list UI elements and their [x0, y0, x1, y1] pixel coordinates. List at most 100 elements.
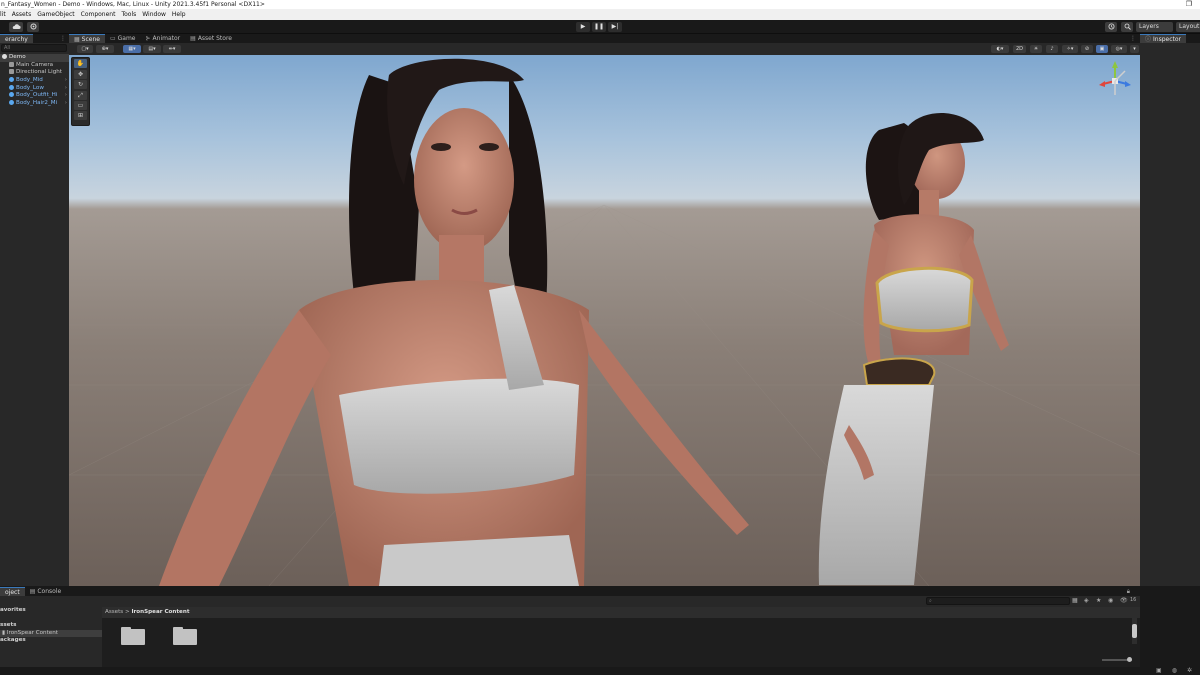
chevron-right-icon[interactable]: ›: [65, 77, 67, 85]
eye-icon[interactable]: 👁︎: [1120, 597, 1128, 604]
hierarchy-item-label: Body_Mid: [16, 77, 43, 84]
folder-icon[interactable]: [173, 627, 197, 645]
project-scrollbar[interactable]: [1132, 618, 1137, 644]
pause-button[interactable]: ❚❚: [592, 22, 606, 32]
main-toolbar: ▶ ❚❚ ▶| Layers Layout: [0, 20, 1200, 34]
collab-icon[interactable]: [27, 22, 39, 32]
toggle-2d-label: 2D: [1015, 46, 1024, 52]
rotate-tool-icon[interactable]: ↻: [74, 80, 87, 90]
scene-render: [69, 58, 1140, 586]
hierarchy-item-body-outfit[interactable]: Body_Outfit_Hi ›: [0, 92, 69, 100]
tree-favorites[interactable]: avorites: [0, 607, 102, 615]
move-tool-icon[interactable]: ✥: [74, 69, 87, 79]
hierarchy-search-placeholder: All: [4, 45, 11, 51]
tab-game[interactable]: ▭ Game: [105, 34, 141, 43]
scene-row[interactable]: Demo: [0, 54, 69, 62]
prefab-icon: [9, 100, 14, 106]
panel-menu-icon[interactable]: ⋮: [1130, 34, 1140, 43]
tab-animator[interactable]: ⊱ Animator: [141, 34, 186, 43]
increment-dropdown[interactable]: ⇹▾: [163, 45, 181, 53]
history-icon[interactable]: [1105, 22, 1117, 32]
menu-window[interactable]: Window: [142, 9, 166, 20]
inspector-panel: ⓘ Inspector: [1140, 34, 1200, 586]
draw-mode-dropdown[interactable]: ▢▾: [77, 45, 93, 53]
console-tab-label: Console: [37, 588, 62, 595]
info-icon: ⓘ: [1145, 35, 1152, 43]
item-count: 16: [1130, 597, 1137, 603]
network-icon[interactable]: ◍: [1172, 667, 1177, 674]
menu-help[interactable]: Help: [172, 9, 186, 20]
character-right: [818, 113, 1009, 585]
scene-viewport[interactable]: ✋ ✥ ↻ ⤢ ▭ ⊞: [69, 55, 1140, 586]
filter-type-icon[interactable]: ▦: [1072, 597, 1078, 604]
pivot-dropdown[interactable]: ⊕▾: [96, 45, 114, 53]
lock-icon[interactable]: 🔒︎: [1127, 587, 1140, 596]
chevron-right-icon[interactable]: ›: [65, 100, 67, 108]
rect-tool-icon[interactable]: ▭: [74, 100, 87, 110]
menu-edit[interactable]: lit: [0, 9, 6, 20]
debug-icon[interactable]: ✲: [1187, 667, 1192, 674]
title-bar: n_Fantasy_Women - Demo - Windows, Mac, L…: [0, 0, 1200, 9]
hand-tool-icon[interactable]: ✋: [74, 59, 87, 69]
tree-assets[interactable]: ssets: [0, 622, 102, 630]
transform-tool-icon[interactable]: ⊞: [74, 111, 87, 121]
icon-size-slider[interactable]: [1102, 657, 1132, 662]
hierarchy-item-body-low[interactable]: Body_Low ›: [0, 84, 69, 93]
animator-icon: ⊱: [145, 35, 151, 42]
maximize-button[interactable]: ❐: [1186, 0, 1192, 9]
step-button[interactable]: ▶|: [608, 22, 622, 32]
tab-project[interactable]: oject: [0, 587, 25, 596]
filter-label-icon[interactable]: ◈: [1084, 597, 1089, 604]
menu-gameobject[interactable]: GameObject: [37, 9, 74, 20]
favorite-icon[interactable]: ★: [1096, 597, 1101, 604]
tab-scene[interactable]: ▦ Scene: [69, 34, 105, 43]
hierarchy-item-body-mid[interactable]: Body_Mid ›: [0, 77, 69, 85]
search-icon[interactable]: [1121, 22, 1133, 32]
toggle-2d-button[interactable]: 2D: [1013, 45, 1026, 53]
menu-tools[interactable]: Tools: [121, 9, 136, 20]
hidden-objects-icon[interactable]: ⊘: [1081, 45, 1093, 53]
package-manager-icon[interactable]: ▣: [1156, 667, 1162, 674]
snap-dropdown[interactable]: ▤▾: [143, 45, 161, 53]
play-button[interactable]: ▶: [576, 22, 590, 32]
orientation-gizmo-icon[interactable]: [1095, 59, 1135, 109]
scale-tool-icon[interactable]: ⤢: [74, 90, 87, 100]
chevron-right-icon[interactable]: ›: [65, 92, 67, 100]
camera-settings-icon[interactable]: ▣: [1096, 45, 1108, 53]
tab-asset-store[interactable]: ▤ Asset Store: [185, 34, 237, 43]
menu-assets[interactable]: Assets: [12, 9, 32, 20]
project-search-input[interactable]: ⌕: [926, 597, 1070, 605]
tab-console[interactable]: ▤ Console: [25, 587, 67, 596]
window-title: n_Fantasy_Women - Demo - Windows, Mac, L…: [1, 1, 265, 8]
hierarchy-item-main-camera[interactable]: Main Camera: [0, 61, 69, 70]
shading-mode-dropdown[interactable]: ◐▾: [991, 45, 1009, 53]
chevron-right-icon[interactable]: ›: [65, 85, 67, 93]
menu-component[interactable]: Component: [81, 9, 116, 20]
tree-packages[interactable]: ackages: [0, 637, 102, 645]
layout-label: Layout: [1179, 23, 1200, 30]
slider-knob[interactable]: [1127, 657, 1132, 662]
hierarchy-search-input[interactable]: All: [1, 44, 67, 52]
audio-icon[interactable]: ♪: [1046, 45, 1058, 53]
hierarchy-item-body-hair[interactable]: Body_Hair2_Mi ›: [0, 100, 69, 108]
lighting-icon[interactable]: ☀: [1030, 45, 1042, 53]
tab-hierarchy[interactable]: erarchy: [0, 34, 33, 43]
panel-menu-icon[interactable]: ⋮: [60, 34, 69, 43]
effects-dropdown[interactable]: ✧▾: [1062, 45, 1078, 53]
hierarchy-list: Demo Main Camera Directional Light Body_…: [0, 54, 69, 108]
game-tab-label: Game: [117, 35, 136, 42]
breadcrumb-current[interactable]: IronSpear Content: [131, 609, 189, 615]
grid-toggle[interactable]: ▦▾: [123, 45, 141, 53]
hierarchy-item-directional-light[interactable]: Directional Light: [0, 69, 69, 77]
folder-icon[interactable]: [121, 627, 145, 645]
hidden-packages-icon[interactable]: ◉: [1108, 597, 1113, 604]
breadcrumb: Assets > IronSpear Content: [102, 607, 1140, 618]
layers-dropdown[interactable]: Layers: [1136, 22, 1173, 32]
tree-ironspear-content[interactable]: ▮ IronSpear Content: [0, 629, 102, 637]
scene-options-icon[interactable]: ▾: [1130, 45, 1139, 53]
gizmos-dropdown[interactable]: ◎▾: [1111, 45, 1127, 53]
layout-dropdown[interactable]: Layout: [1176, 22, 1200, 32]
breadcrumb-root[interactable]: Assets: [105, 609, 123, 615]
tab-inspector[interactable]: ⓘ Inspector: [1140, 34, 1187, 43]
cloud-icon[interactable]: [9, 22, 23, 32]
